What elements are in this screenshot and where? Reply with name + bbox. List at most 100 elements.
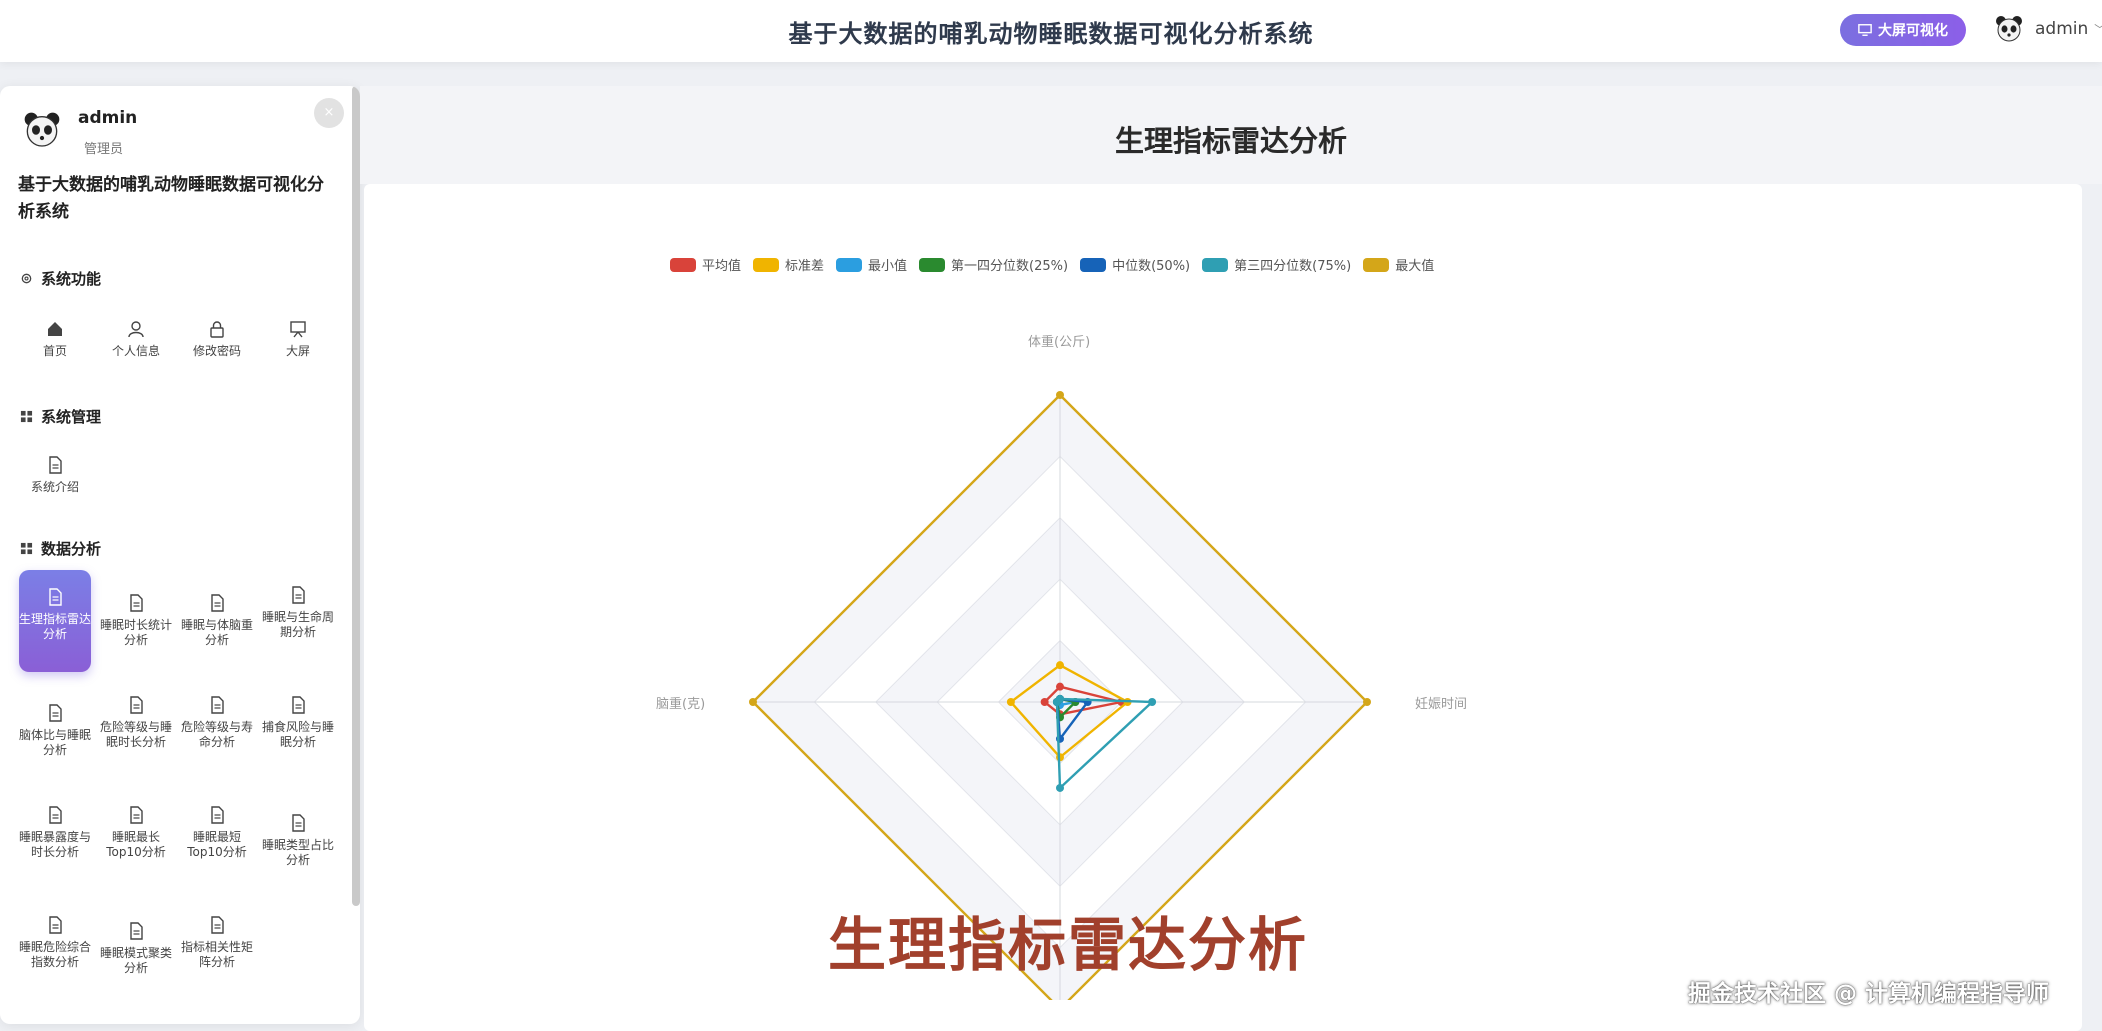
sidebar-item-analysis[interactable]: 睡眠模式聚类分析 (100, 922, 172, 976)
document-icon (49, 916, 62, 934)
sidebar-item-label: 指标相关性矩阵分析 (181, 940, 254, 969)
sidebar-scrollbar[interactable] (352, 86, 360, 906)
document-icon (292, 696, 305, 714)
sidebar-item-label: 睡眠模式聚类分析 (100, 946, 173, 975)
sidebar-item-change-password[interactable]: 修改密码 (181, 320, 253, 359)
bigscreen-button[interactable]: 大屏可视化 (1840, 14, 1966, 46)
document-icon (292, 586, 305, 604)
sidebar-username: admin (78, 108, 138, 128)
document-icon (211, 594, 224, 612)
legend-label: 平均值 (702, 259, 742, 274)
presentation-icon (290, 321, 306, 338)
legend-label: 中位数(50%) (1112, 259, 1191, 274)
sidebar-item-analysis[interactable]: 睡眠最短Top10分析 (181, 806, 253, 860)
sidebar-item-analysis[interactable]: 睡眠类型占比分析 (262, 814, 334, 868)
user-menu[interactable]: admin ﹀ (2035, 19, 2102, 39)
document-icon (49, 456, 62, 474)
radar-series-point (1052, 698, 1061, 706)
grid-icon (20, 542, 33, 555)
document-icon (130, 806, 143, 824)
legend-label: 标准差 (785, 259, 825, 274)
sidebar-item-analysis[interactable]: 指标相关性矩阵分析 (181, 916, 253, 970)
panda-avatar-icon[interactable] (1994, 14, 2024, 44)
sidebar-item-bigscreen[interactable]: 大屏 (262, 320, 334, 359)
sidebar-item-label: 睡眠时长统计分析 (100, 618, 173, 647)
sidebar-item-label: 危险等级与睡眠时长分析 (100, 720, 173, 749)
sidebar-item-label: 危险等级与寿命分析 (181, 720, 254, 749)
section-system-functions: 系统功能 (20, 268, 101, 289)
sidebar-item-label: 睡眠最长Top10分析 (106, 830, 166, 859)
legend-item[interactable]: 平均值 (670, 255, 741, 274)
document-icon (49, 806, 62, 824)
sidebar-item-label: 睡眠与生命周期分析 (262, 610, 335, 639)
sidebar-item-analysis[interactable]: 睡眠与体脑重分析 (181, 594, 253, 648)
legend-item[interactable]: 最大值 (1363, 255, 1434, 274)
monitor-icon (1858, 24, 1872, 36)
sidebar-item-label: 捕食风险与睡眠分析 (262, 720, 335, 749)
section-label: 数据分析 (41, 540, 102, 558)
sidebar-item-label: 睡眠类型占比分析 (262, 838, 335, 867)
radar-series-point (1006, 698, 1015, 706)
legend-item[interactable]: 第三四分位数(75%) (1202, 255, 1351, 274)
sidebar-item-system-intro[interactable]: 系统介绍 (19, 456, 91, 495)
sidebar-item-analysis[interactable]: 睡眠暴露度与时长分析 (19, 806, 91, 860)
overlay-title: 生理指标雷达分析 (828, 911, 1309, 979)
sidebar-item-label: 大屏 (285, 344, 310, 358)
sidebar-role: 管理员 (84, 142, 124, 157)
sidebar-item-label: 脑体比与睡眠分析 (19, 728, 92, 757)
document-icon (49, 588, 62, 606)
legend-item[interactable]: 中位数(50%) (1080, 255, 1190, 274)
sidebar-item-label: 睡眠暴露度与时长分析 (19, 830, 92, 859)
sidebar-item-label: 睡眠最短Top10分析 (187, 830, 247, 859)
radar-series-point (1056, 661, 1064, 670)
section-label: 系统功能 (41, 270, 102, 288)
grid-icon (20, 410, 33, 423)
legend-item[interactable]: 最小值 (836, 255, 907, 274)
sidebar-item-analysis[interactable]: 危险等级与寿命分析 (181, 696, 253, 750)
document-icon (130, 594, 143, 612)
home-icon (48, 322, 62, 336)
legend-swatch (753, 257, 780, 272)
legend-swatch (1363, 257, 1390, 272)
sidebar-item-analysis[interactable]: 睡眠时长统计分析 (100, 594, 172, 648)
legend-item[interactable]: 第一四分位数(25%) (919, 255, 1068, 274)
section-data-analysis: 数据分析 (20, 538, 101, 559)
lock-icon (210, 321, 224, 338)
sidebar-item-label: 睡眠危险综合指数分析 (19, 940, 92, 969)
page-title: 生理指标雷达分析 (1114, 124, 1347, 158)
document-icon (211, 806, 224, 824)
sidebar-item-label: 修改密码 (192, 344, 241, 358)
sidebar-item-analysis[interactable]: 危险等级与睡眠时长分析 (100, 696, 172, 750)
legend-item[interactable]: 标准差 (753, 255, 824, 274)
legend-swatch (1202, 257, 1229, 272)
legend-label: 最大值 (1395, 259, 1435, 274)
app-title: 基于大数据的哺乳动物睡眠数据可视化分析系统 (788, 20, 1314, 48)
close-icon[interactable]: × (314, 98, 344, 128)
sidebar-system-title: 基于大数据的哺乳动物睡眠数据可视化分析系统 (18, 175, 324, 222)
user-icon (128, 321, 144, 338)
sidebar-item-analysis[interactable]: 睡眠最长Top10分析 (100, 806, 172, 860)
radar-series-point (1148, 698, 1157, 706)
watermark: 掘金技术社区 @ 计算机编程指导师 (1688, 981, 2050, 1007)
sidebar-item-analysis[interactable]: 脑体比与睡眠分析 (19, 704, 91, 758)
document-icon (292, 814, 305, 832)
radar-series-point (1056, 391, 1064, 399)
sidebar-item-label: 首页 (42, 344, 67, 358)
sidebar-item-home[interactable]: 首页 (19, 320, 91, 359)
sidebar-item-analysis[interactable]: 睡眠与生命周期分析 (262, 586, 334, 640)
sidebar-item-radar-analysis[interactable]: 生理指标雷达分析 (19, 570, 91, 672)
panda-avatar-icon (24, 112, 60, 147)
legend-swatch (836, 257, 863, 272)
document-icon (130, 922, 143, 940)
legend-swatch (670, 257, 696, 272)
sidebar-item-profile[interactable]: 个人信息 (100, 320, 172, 359)
page-header: 生理指标雷达分析 (360, 86, 2102, 184)
sidebar-item-analysis[interactable]: 睡眠危险综合指数分析 (19, 916, 91, 970)
sidebar-item-label: 生理指标雷达分析 (19, 612, 92, 641)
sidebar-item-label: 系统介绍 (30, 480, 79, 494)
section-system-management: 系统管理 (20, 406, 101, 427)
sidebar-item-analysis[interactable]: 捕食风险与睡眠分析 (262, 696, 334, 750)
legend-label: 第一四分位数(25%) (951, 259, 1069, 274)
gear-icon (21, 273, 32, 284)
chevron-down-icon: ﹀ (2094, 21, 2102, 37)
